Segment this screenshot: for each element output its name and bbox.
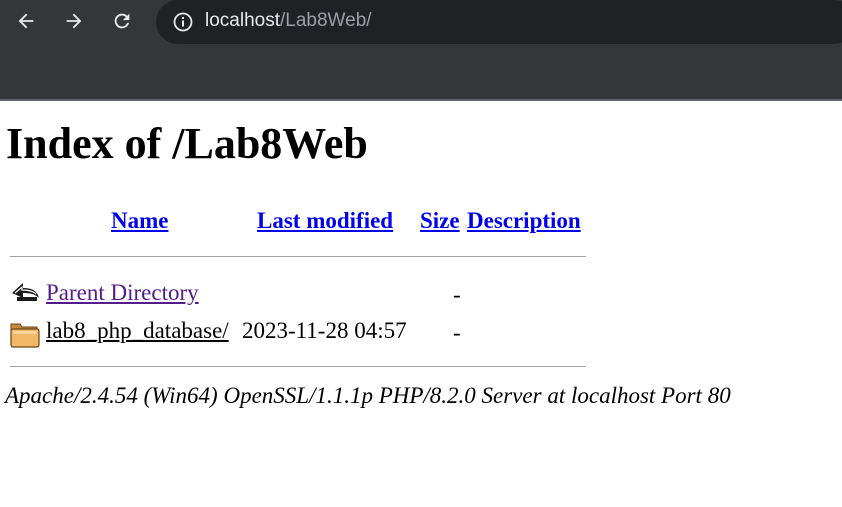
- page-content: Index of /Lab8Web Name Last modified Siz…: [0, 101, 842, 507]
- url-text[interactable]: localhost/Lab8Web/: [205, 8, 372, 34]
- browser-toolbar: localhost/Lab8Web/: [0, 0, 842, 99]
- column-header-name[interactable]: Name: [111, 207, 168, 235]
- back-arrow-icon: [18, 13, 34, 29]
- page-title: Index of /Lab8Web: [6, 119, 368, 168]
- column-header-size[interactable]: Size: [420, 207, 460, 235]
- forward-arrow-icon: [66, 13, 82, 29]
- reload-icon: [114, 13, 130, 29]
- column-header-last-modified[interactable]: Last modified: [257, 207, 393, 235]
- back-button[interactable]: [11, 6, 41, 36]
- column-header-description[interactable]: Description: [467, 207, 581, 235]
- address-bar[interactable]: localhost/Lab8Web/: [156, 0, 842, 44]
- row-last-modified: 2023-11-28 04:57: [242, 318, 407, 343]
- url-path: /Lab8Web/: [280, 10, 372, 31]
- footer-rule: [10, 366, 586, 367]
- reload-button[interactable]: [107, 6, 137, 36]
- info-icon[interactable]: [172, 11, 194, 33]
- url-host: localhost: [205, 10, 280, 31]
- header-rule: [10, 256, 586, 257]
- forward-button[interactable]: [59, 6, 89, 36]
- folder-link[interactable]: lab8_php_database/: [46, 317, 229, 345]
- back-arrow-icon: [12, 283, 39, 301]
- row-size: -: [453, 320, 461, 345]
- folder-icon: [10, 323, 40, 348]
- server-signature: Apache/2.4.54 (Win64) OpenSSL/1.1.1p PHP…: [5, 383, 731, 408]
- row-size: -: [453, 282, 461, 307]
- parent-directory-link[interactable]: Parent Directory: [46, 279, 199, 307]
